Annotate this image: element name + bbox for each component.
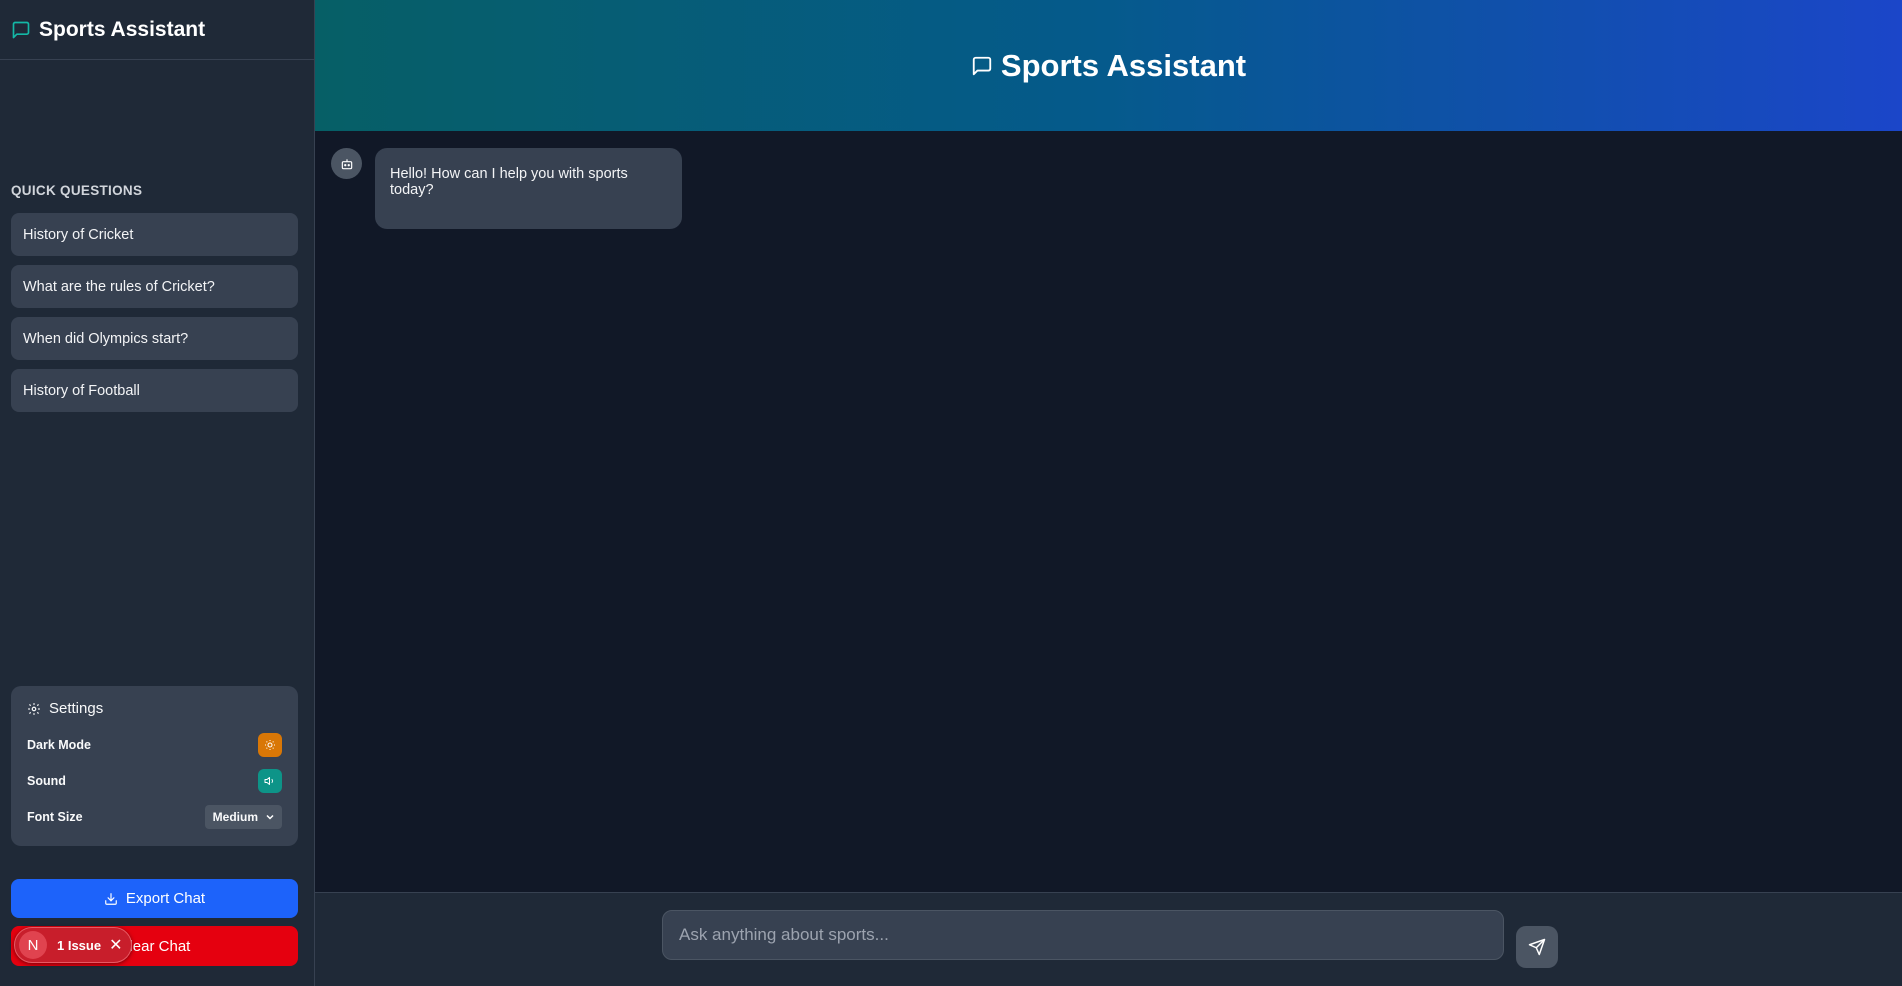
main-header: Sports Assistant xyxy=(315,0,1902,131)
message-bubble: Hello! How can I help you with sports to… xyxy=(375,148,682,229)
robot-icon xyxy=(341,158,352,169)
page-title: Sports Assistant xyxy=(1000,47,1247,83)
quick-question-item[interactable]: History of Cricket xyxy=(11,213,298,256)
chat-input[interactable] xyxy=(662,910,1504,960)
issue-badge[interactable]: N 1 Issue ✕ xyxy=(14,927,132,963)
bot-avatar xyxy=(331,148,362,179)
sound-row: Sound xyxy=(27,763,282,799)
sidebar-title: Sports Assistant xyxy=(39,17,206,41)
app: Sports Assistant QUICK QUESTIONS History… xyxy=(0,0,1902,986)
message-square-icon xyxy=(972,56,992,75)
quick-questions-list: History of Cricket What are the rules of… xyxy=(11,213,298,421)
settings-title: Settings xyxy=(49,700,104,717)
dark-mode-row: Dark Mode xyxy=(27,727,282,763)
gear-icon xyxy=(28,702,40,715)
download-icon xyxy=(105,892,117,905)
message-square-icon xyxy=(12,21,30,38)
sidebar: Sports Assistant QUICK QUESTIONS History… xyxy=(0,0,315,986)
settings-header: Settings xyxy=(27,700,282,717)
send-button[interactable] xyxy=(1516,926,1558,968)
export-chat-label: Export Chat xyxy=(125,890,206,907)
chat-message: Hello! How can I help you with sports to… xyxy=(331,148,682,229)
input-bar xyxy=(315,892,1902,986)
quick-question-item[interactable]: What are the rules of Cricket? xyxy=(11,265,298,308)
font-size-select[interactable]: Medium xyxy=(204,805,282,829)
quick-question-item[interactable]: When did Olympics start? xyxy=(11,317,298,360)
settings-panel: Settings Dark Mode Sound Font Size Mediu… xyxy=(11,686,298,846)
font-size-label: Font Size xyxy=(27,810,83,824)
export-chat-button[interactable]: Export Chat xyxy=(11,879,298,918)
quick-questions-label: QUICK QUESTIONS xyxy=(11,183,143,198)
main-panel: Sports Assistant Hello! How can I help y… xyxy=(315,0,1902,986)
font-size-row: Font Size Medium xyxy=(27,799,282,835)
send-icon xyxy=(1528,938,1546,956)
sun-icon xyxy=(265,740,275,750)
sound-label: Sound xyxy=(27,774,66,788)
dark-mode-toggle[interactable] xyxy=(258,733,282,757)
sound-toggle[interactable] xyxy=(258,769,282,793)
sidebar-header: Sports Assistant xyxy=(0,0,314,60)
issue-count: 1 Issue xyxy=(57,937,102,953)
quick-question-item[interactable]: History of Football xyxy=(11,369,298,412)
dark-mode-label: Dark Mode xyxy=(27,738,91,752)
issue-logo: N xyxy=(19,931,47,959)
font-size-value: Medium xyxy=(212,810,258,824)
chevron-down-icon xyxy=(266,814,274,820)
close-icon[interactable]: ✕ xyxy=(109,935,122,955)
speaker-icon xyxy=(264,777,273,785)
